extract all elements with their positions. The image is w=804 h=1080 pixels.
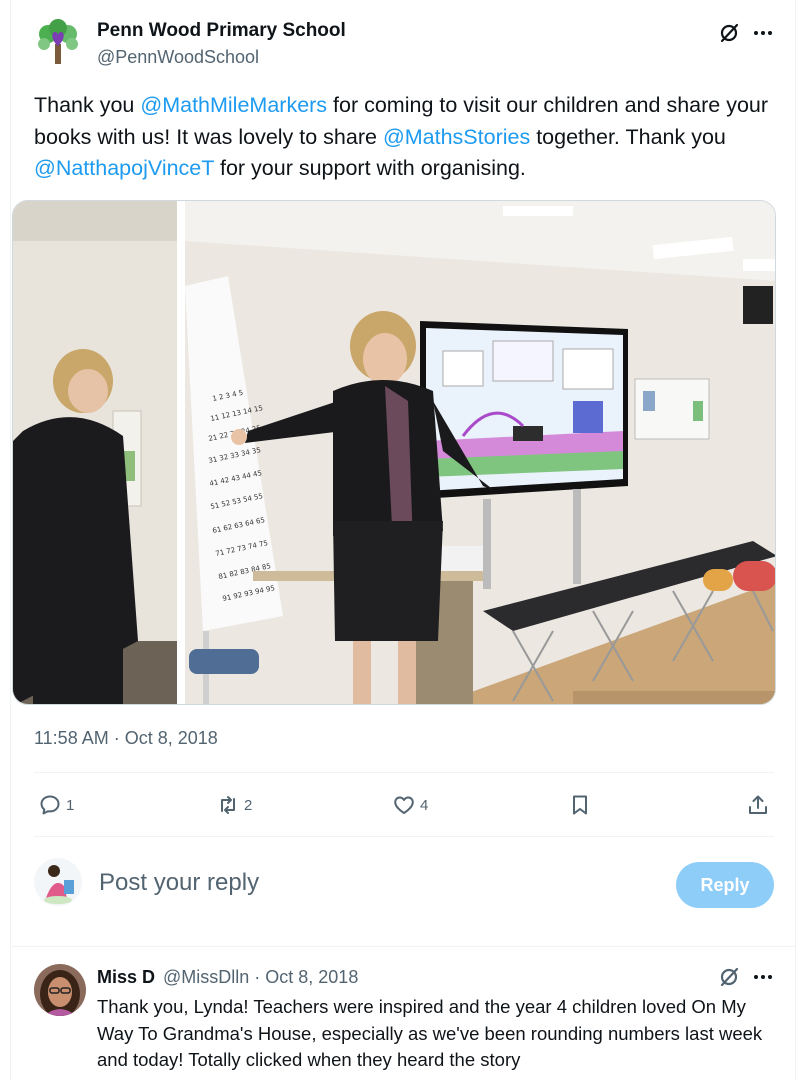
repost-count: 2 <box>244 796 253 814</box>
grok-icon[interactable] <box>718 22 740 44</box>
repost-action-button[interactable]: 2 <box>216 790 252 820</box>
mention-link[interactable]: @MathMileMarkers <box>140 93 327 117</box>
tweet-timestamp[interactable]: 11:58 AM · Oct 8, 2018 <box>34 728 218 749</box>
bookmark-icon <box>573 795 587 815</box>
share-button[interactable] <box>746 790 770 820</box>
reply-count: 1 <box>66 796 75 814</box>
like-action-button[interactable]: 4 <box>392 790 428 820</box>
reply-author-meta[interactable]: @MissDlln · Oct 8, 2018 <box>163 967 358 988</box>
reply-input[interactable]: Post your reply <box>99 869 259 897</box>
comment-icon <box>40 795 60 815</box>
more-icon[interactable] <box>752 22 774 44</box>
tweet-text-segment: for your support with organising. <box>214 156 526 180</box>
user-avatar[interactable] <box>34 858 82 906</box>
reply-author-avatar[interactable] <box>34 964 86 1016</box>
author-name[interactable]: Penn Wood Primary School <box>97 20 346 42</box>
divider <box>10 946 796 947</box>
author-handle[interactable]: @PennWoodSchool <box>97 47 259 68</box>
divider <box>34 836 774 837</box>
repost-icon <box>221 796 235 814</box>
tweet-text-segment: Thank you <box>34 93 141 117</box>
reply-text: Thank you, Lynda! Teachers were inspired… <box>97 996 763 1070</box>
share-icon <box>749 795 767 814</box>
bookmark-button[interactable] <box>568 790 592 820</box>
tweet-text-segment: together. Thank you <box>530 124 726 149</box>
mention-link[interactable]: @MathsStories <box>383 125 530 149</box>
reply-button[interactable]: Reply <box>676 862 774 908</box>
school-logo-avatar[interactable] <box>34 18 82 66</box>
tweet-media-image[interactable]: 1 2 3 4 5 11 12 13 14 15 21 22 23 24 25 … <box>12 200 776 705</box>
more-icon[interactable] <box>752 966 774 988</box>
mention-link[interactable]: @NatthapojVinceT <box>34 156 214 180</box>
grok-icon[interactable] <box>718 966 740 988</box>
tweet-text: Thank you @MathMileMarkers for coming to… <box>34 90 779 185</box>
heart-icon <box>394 796 414 814</box>
like-count: 4 <box>420 796 429 814</box>
reply-author-name[interactable]: Miss D <box>97 967 155 988</box>
divider <box>34 772 774 773</box>
reply-action-button[interactable]: 1 <box>38 790 74 820</box>
